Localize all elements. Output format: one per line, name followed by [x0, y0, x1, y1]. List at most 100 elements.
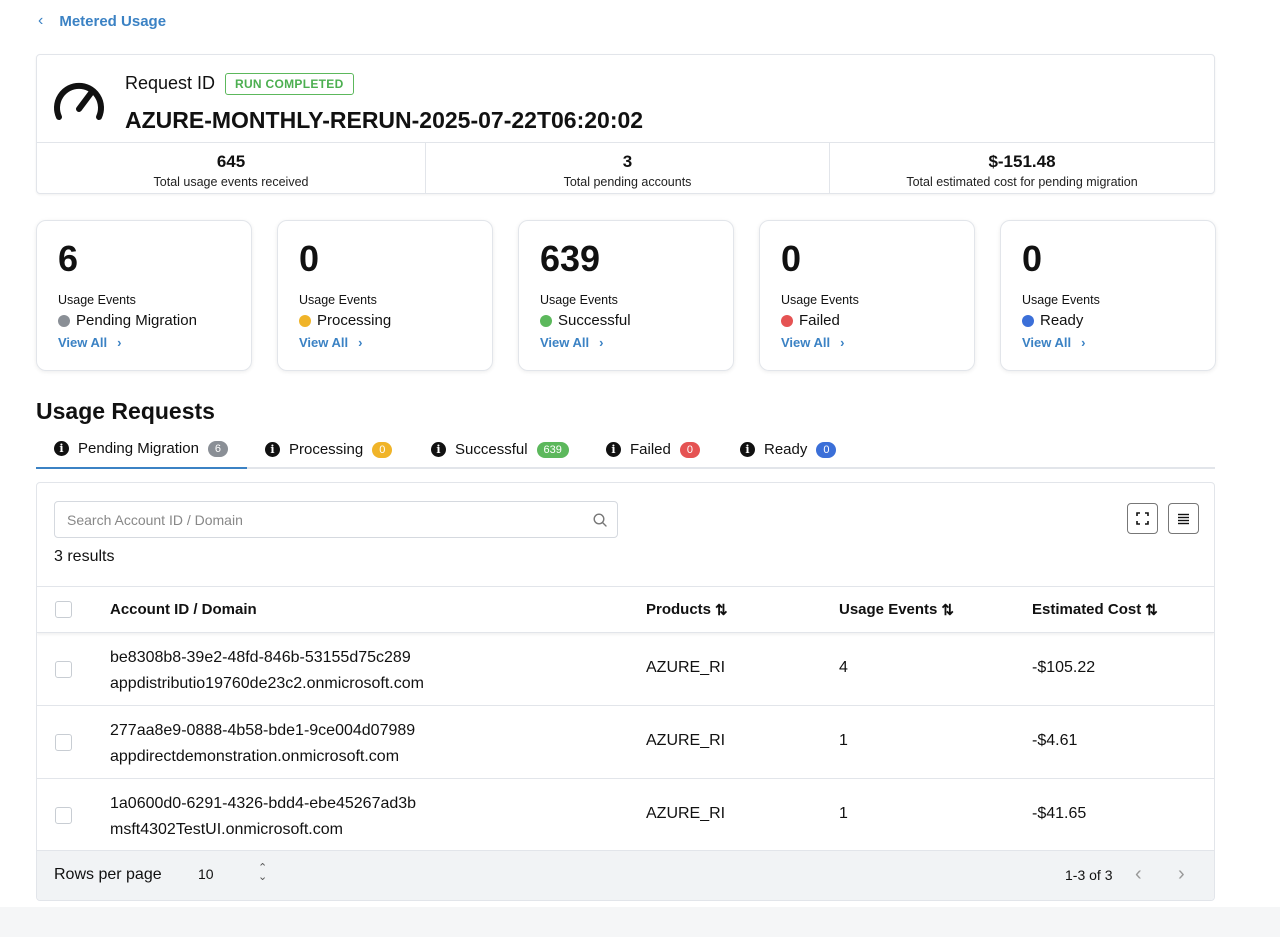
card-status-label: Successful [558, 312, 631, 329]
next-page-button[interactable]: › [1178, 863, 1185, 886]
stat-total-events: 645 Total usage events received [37, 143, 425, 194]
column-header-estimated-cost[interactable]: Estimated Cost ⇅ [1032, 601, 1158, 619]
request-id-label: Request ID [125, 73, 216, 93]
view-all-link[interactable]: View All › [58, 335, 121, 350]
usage-requests-panel: 3 results Account ID / Domain Products⇅ … [36, 482, 1215, 901]
product-cell: AZURE_RI [646, 805, 726, 822]
view-all-label: View All [540, 335, 590, 350]
rows-per-page-label: Rows per page [54, 866, 162, 883]
status-tabs: i Pending Migration 6 i Processing 0 i S… [36, 430, 1215, 469]
card-status-label: Failed [799, 312, 840, 329]
summary-stats: 645 Total usage events received 3 Total … [37, 142, 1214, 194]
view-all-link[interactable]: View All › [540, 335, 603, 350]
search-input[interactable] [55, 502, 575, 537]
chevron-right-icon: › [358, 335, 363, 350]
back-link[interactable]: ‹ Metered Usage [38, 12, 166, 30]
sort-icon: ⇅ [941, 602, 954, 619]
status-dot-icon [540, 314, 552, 327]
search-icon[interactable] [593, 513, 607, 527]
column-header-label: Usage Events [839, 601, 938, 618]
tab-count-badge: 6 [207, 440, 229, 457]
info-icon: i [431, 442, 446, 457]
tab-successful[interactable]: i Successful 639 [431, 430, 569, 469]
sort-icon: ⇅ [715, 602, 728, 619]
card-status-label: Pending Migration [76, 312, 197, 329]
column-header-account: Account ID / Domain [110, 601, 257, 618]
card-count: 0 [781, 238, 802, 279]
status-dot-icon [299, 314, 311, 327]
select-all-checkbox[interactable] [55, 601, 72, 618]
fullscreen-button[interactable] [1127, 503, 1158, 534]
stat-value: 3 [622, 152, 633, 171]
account-domain: appdistributio19760de23c2.onmicrosoft.co… [110, 675, 424, 692]
back-link-label: Metered Usage [59, 12, 167, 30]
table-header: Account ID / Domain Products ⇅ Usage Even… [37, 586, 1214, 633]
tab-label: Processing [289, 441, 364, 458]
row-checkbox[interactable] [55, 807, 72, 824]
tab-label: Successful [455, 441, 528, 458]
card-status-label: Processing [317, 312, 392, 329]
card-processing: 0 Usage Events Processing View All › [277, 220, 493, 371]
estimated-cost-cell: -$41.65 [1032, 805, 1087, 822]
page-bottom-strip [0, 907, 1280, 937]
tab-label: Ready [764, 441, 808, 458]
card-status: Successful [540, 312, 712, 329]
table-row[interactable]: 1a0600d0-6291-4326-bdd4-ebe45267ad3b msf… [37, 779, 1214, 852]
table-row[interactable]: 277aa8e9-0888-4b58-bde1-9ce004d07989 app… [37, 706, 1214, 779]
column-settings-button[interactable] [1168, 503, 1199, 534]
tab-count-badge: 0 [816, 441, 837, 458]
account-cell: 1a0600d0-6291-4326-bdd4-ebe45267ad3b msf… [110, 791, 416, 843]
account-id: 1a0600d0-6291-4326-bdd4-ebe45267ad3b [110, 795, 417, 812]
status-dot-icon [58, 314, 70, 327]
column-header-usage-events[interactable]: Usage Events ⇅ [839, 601, 954, 619]
card-status: Pending Migration [58, 312, 230, 329]
card-status: Failed [781, 312, 953, 329]
search-box [54, 501, 618, 538]
chevron-right-icon: › [1081, 335, 1086, 350]
view-all-link[interactable]: View All › [299, 335, 362, 350]
tab-processing[interactable]: i Processing 0 [265, 430, 393, 469]
info-icon: i [740, 442, 755, 457]
column-header-products[interactable]: Products ⇅ [646, 601, 728, 619]
account-cell: be8308b8-39e2-48fd-846b-53155d75c289 app… [110, 645, 424, 697]
view-all-link[interactable]: View All › [781, 335, 844, 350]
tab-ready[interactable]: i Ready 0 [740, 430, 837, 469]
chevron-right-icon: › [117, 335, 122, 350]
card-count: 0 [299, 238, 320, 279]
pagination-footer: Rows per page 10 ⌃ ⌄ 1-3 of 3 ‹ › [37, 850, 1214, 900]
status-badge: RUN COMPLETED [225, 73, 354, 95]
tab-pending-migration[interactable]: i Pending Migration 6 [36, 430, 247, 469]
row-checkbox[interactable] [55, 661, 72, 678]
chevron-right-icon: › [840, 335, 845, 350]
table-row[interactable]: be8308b8-39e2-48fd-846b-53155d75c289 app… [37, 633, 1214, 706]
product-cell: AZURE_RI [646, 659, 726, 676]
row-checkbox[interactable] [55, 734, 72, 751]
view-all-link[interactable]: View All › [1022, 335, 1085, 350]
rows-per-page-select[interactable]: 10 ⌃ ⌄ [198, 863, 274, 883]
status-dot-icon [1022, 314, 1034, 327]
view-all-label: View All [299, 335, 349, 350]
prev-page-button[interactable]: ‹ [1135, 863, 1142, 886]
info-icon: i [54, 441, 69, 456]
tab-count-badge: 0 [372, 441, 393, 458]
card-status-label: Ready [1040, 312, 1084, 329]
card-count: 0 [1022, 238, 1043, 279]
view-all-label: View All [1022, 335, 1072, 350]
stat-label: Total estimated cost for pending migrati… [906, 175, 1138, 189]
tab-failed[interactable]: i Failed 0 [606, 430, 700, 469]
card-caption: Usage Events [1022, 293, 1100, 307]
card-failed: 0 Usage Events Failed View All › [759, 220, 975, 371]
results-count: 3 results [54, 548, 115, 565]
stat-value: 645 [216, 152, 246, 171]
view-all-label: View All [58, 335, 108, 350]
usage-events-cell: 1 [839, 732, 848, 749]
stat-estimated-cost: $-151.48 Total estimated cost for pendin… [829, 143, 1214, 194]
column-header-label: Estimated Cost [1032, 601, 1142, 618]
stat-label: Total usage events received [153, 175, 309, 189]
card-successful: 639 Usage Events Successful View All › [518, 220, 734, 371]
card-count: 639 [540, 238, 601, 279]
account-domain: msft4302TestUI.onmicrosoft.com [110, 821, 343, 838]
rows-per-page-value: 10 [198, 866, 214, 882]
status-dot-icon [781, 314, 793, 327]
list-icon [1178, 513, 1189, 524]
